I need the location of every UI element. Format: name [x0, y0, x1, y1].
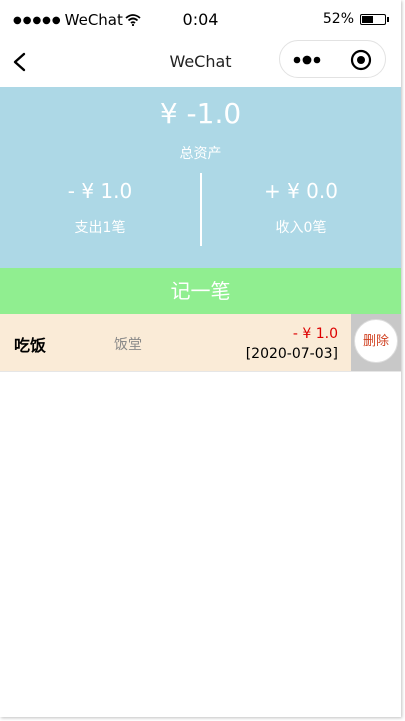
expense-amount: - ¥ 1.0 — [67, 179, 133, 203]
more-dots-icon — [293, 55, 321, 65]
total-assets-label: 总资产 — [179, 146, 222, 162]
status-bar: ●●●●● WeChat 0:04 52% — [0, 0, 401, 40]
balance-summary: ¥ -1.0 总资产 - ¥ 1.0 支出1笔 + ¥ 0.0 收入0笔 — [0, 87, 401, 268]
record-swipe-action: 删除 — [351, 314, 401, 371]
target-circle-icon — [350, 49, 372, 71]
battery-fill — [362, 15, 373, 23]
close-mini-program-button[interactable] — [350, 49, 372, 71]
record-amount: - ¥ 1.0 — [292, 326, 338, 342]
record-row: 吃饭 饭堂 - ¥ 1.0 [2020-07-03] 删除 — [0, 314, 401, 371]
battery-tip — [387, 16, 389, 22]
record-content[interactable]: 吃饭 饭堂 - ¥ 1.0 [2020-07-03] — [0, 314, 351, 371]
record-title: 吃饭 — [14, 336, 47, 355]
battery-percent: 52% — [322, 11, 354, 27]
record-place: 饭堂 — [114, 337, 142, 353]
expense-summary: - ¥ 1.0 支出1笔 — [0, 179, 200, 237]
battery-icon — [360, 13, 386, 25]
total-assets-amount: ¥ -1.0 — [159, 97, 242, 130]
phone-screen: ●●●●● WeChat 0:04 52% WeChat ¥ -1.0 总资产 … — [0, 0, 401, 717]
income-amount: + ¥ 0.0 — [263, 179, 338, 203]
expense-count-label: 支出1笔 — [74, 220, 126, 236]
income-summary: + ¥ 0.0 收入0笔 — [201, 179, 401, 237]
income-count-label: 收入0笔 — [275, 220, 327, 236]
record-date: [2020-07-03] — [245, 346, 338, 362]
mini-program-capsule — [279, 40, 386, 78]
row-divider — [0, 371, 401, 372]
delete-record-button[interactable]: 删除 — [354, 319, 398, 363]
navigation-bar: WeChat — [0, 40, 401, 87]
battery-indicator: 52% — [323, 11, 389, 27]
add-record-button[interactable]: 记一笔 — [0, 268, 401, 314]
more-menu-button[interactable] — [292, 52, 322, 66]
